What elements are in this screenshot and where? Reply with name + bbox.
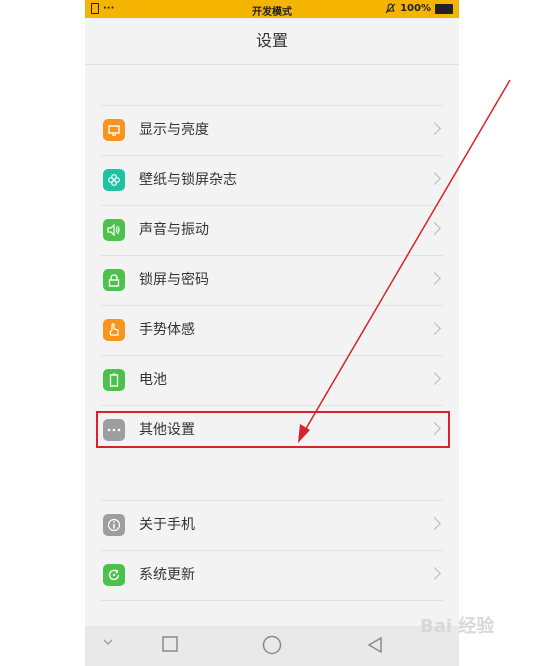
annotation-arrow (298, 79, 511, 443)
watermark: Bai 经验 (420, 616, 495, 637)
